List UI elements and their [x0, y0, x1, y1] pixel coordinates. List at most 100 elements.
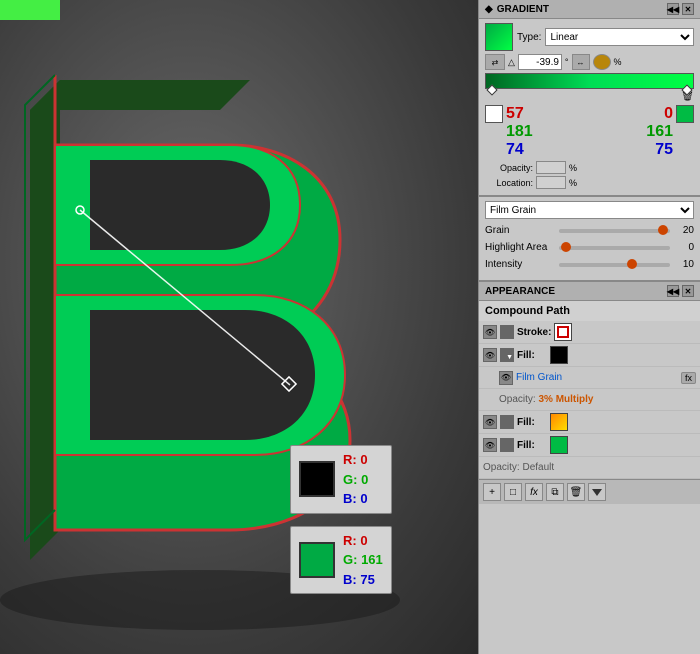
left-b: 74	[506, 141, 533, 159]
grain-value: 20	[674, 225, 694, 236]
grain-label: Grain	[485, 225, 555, 236]
gradient-type-select[interactable]: Linear Radial	[545, 28, 694, 46]
black-color-preview	[299, 461, 335, 497]
opacity-row: Opacity: %	[485, 161, 694, 174]
angle-input[interactable]	[518, 54, 562, 70]
location-label: Location:	[485, 178, 533, 188]
gold-circle-icon	[593, 54, 611, 70]
right-b: 75	[646, 141, 673, 159]
stroke-preview-inner	[557, 326, 569, 338]
fill-green-preview[interactable]	[550, 436, 568, 454]
highlight-value: 0	[674, 242, 694, 253]
color-values-row: 57 181 74 0 161 75	[485, 105, 694, 159]
appearance-panel-controls: ◀◀ ✕	[667, 285, 694, 297]
fill-black-preview[interactable]	[550, 346, 568, 364]
panel-close-btn[interactable]: ✕	[682, 3, 694, 15]
film-grain-link[interactable]: Film Grain	[516, 372, 562, 383]
black-swatch[interactable]: R: 0 G: 0 B: 0	[290, 445, 392, 514]
percent-label: %	[614, 57, 622, 67]
gradient-angle-row: ⇄ △ ° ↔ %	[485, 54, 694, 70]
stroke-visibility-icon[interactable]: 👁	[483, 325, 497, 339]
grain-thumb[interactable]	[658, 225, 668, 235]
highlight-slider-row: Highlight Area 0	[485, 242, 694, 253]
square-btn[interactable]: □	[504, 483, 522, 501]
opacity-input[interactable]	[536, 161, 566, 174]
intensity-slider-row: Intensity 10	[485, 259, 694, 270]
black-r-value: 0	[360, 452, 367, 467]
filmgrain-select[interactable]: Film Grain	[485, 201, 694, 219]
fill-green-visibility-icon[interactable]: 👁	[483, 438, 497, 452]
intensity-thumb[interactable]	[627, 259, 637, 269]
gradient-preview[interactable]	[485, 23, 513, 51]
opacity2-label: Opacity:	[483, 462, 520, 473]
opacity-location-section: Opacity: % Location: %	[485, 161, 694, 189]
film-grain-row: 👁 Film Grain fx	[479, 367, 700, 389]
stroke-target-icon[interactable]	[500, 325, 514, 339]
highlight-thumb[interactable]	[561, 242, 571, 252]
compound-path-label: Compound Path	[485, 305, 570, 317]
filmgrain-visibility-icon[interactable]: 👁	[499, 371, 513, 385]
black-g-value: 0	[361, 472, 368, 487]
filmgrain-header: Film Grain	[485, 201, 694, 219]
filmgrain-section: Film Grain Grain 20 Highlight Area 0 Int…	[479, 197, 700, 282]
green-swatch[interactable]: R: 0 G: 161 B: 75	[290, 526, 392, 595]
appearance-minimize-btn[interactable]: ◀◀	[667, 285, 679, 297]
gradient-section: ◆ GRADIENT ◀◀ ✕ Type: Linear Radial	[479, 0, 700, 197]
grain-track[interactable]	[559, 229, 670, 233]
green-r-value: 0	[360, 533, 367, 548]
type-label: Type:	[517, 32, 541, 43]
trash-btn[interactable]: 🗑	[567, 483, 585, 501]
right-color-block: 0 161 75	[646, 105, 694, 159]
location-input[interactable]	[536, 176, 566, 189]
triangle-btn[interactable]	[588, 483, 606, 501]
stroke-row: 👁 Stroke:	[479, 321, 700, 344]
gradient-bar-container: 🗑	[485, 73, 694, 102]
fill-black-row: 👁 ▼ Fill:	[479, 344, 700, 367]
right-color-swatch[interactable]	[676, 105, 694, 123]
fill-gradient-preview[interactable]	[550, 413, 568, 431]
copy-btn[interactable]: ⧉	[546, 483, 564, 501]
highlight-track[interactable]	[559, 246, 670, 250]
fill-grad-visibility-icon[interactable]: 👁	[483, 415, 497, 429]
gradient-panel-header: ◆ GRADIENT ◀◀ ✕	[479, 0, 700, 19]
panel-minimize-btn[interactable]: ◀◀	[667, 3, 679, 15]
location-percent: %	[569, 178, 577, 188]
arrow-down-mini: ▼	[506, 354, 513, 361]
add-new-btn[interactable]: +	[483, 483, 501, 501]
fill-green-label: Fill:	[517, 440, 547, 451]
compound-path-title: Compound Path	[479, 301, 700, 321]
fill-black-target-icon[interactable]: ▼	[500, 348, 514, 362]
fill-green-target-icon[interactable]	[500, 438, 514, 452]
left-color-block: 57 181 74	[485, 105, 533, 159]
gradient-title: GRADIENT	[497, 4, 549, 15]
left-r: 57	[506, 105, 533, 123]
left-rgb-values: 57 181 74	[506, 105, 533, 159]
right-panel: ◆ GRADIENT ◀◀ ✕ Type: Linear Radial	[478, 0, 700, 654]
opacity-value-app: 3% Multiply	[538, 394, 593, 405]
left-color-swatch[interactable]	[485, 105, 503, 123]
fill-gradient-row: 👁 Fill:	[479, 411, 700, 434]
intensity-value: 10	[674, 259, 694, 270]
grain-slider-row: Grain 20	[485, 225, 694, 236]
angle-delta: △	[508, 57, 515, 68]
fill-black-visibility-icon[interactable]: 👁	[483, 348, 497, 362]
fx-btn[interactable]: fx	[525, 483, 543, 501]
location-row: Location: %	[485, 176, 694, 189]
angle-icon: ⇄	[485, 54, 505, 70]
diamond-icon: ◆	[485, 4, 493, 15]
gradient-bar[interactable]	[485, 73, 694, 89]
left-g: 181	[506, 123, 533, 141]
stroke-preview[interactable]	[554, 323, 572, 341]
appearance-title: APPEARANCE	[485, 286, 555, 297]
appearance-close-btn[interactable]: ✕	[682, 285, 694, 297]
appearance-header: APPEARANCE ◀◀ ✕	[479, 282, 700, 301]
fill-grad-target-icon[interactable]	[500, 415, 514, 429]
reverse-btn[interactable]: ↔	[572, 54, 590, 70]
fill-gradient-label: Fill:	[517, 417, 547, 428]
fill-green-row: 👁 Fill:	[479, 434, 700, 457]
appearance-toolbar: + □ fx ⧉ 🗑	[479, 479, 700, 504]
intensity-label: Intensity	[485, 259, 555, 270]
black-values: R: 0 G: 0 B: 0	[343, 450, 368, 509]
highlight-label: Highlight Area	[485, 242, 555, 253]
intensity-track[interactable]	[559, 263, 670, 267]
